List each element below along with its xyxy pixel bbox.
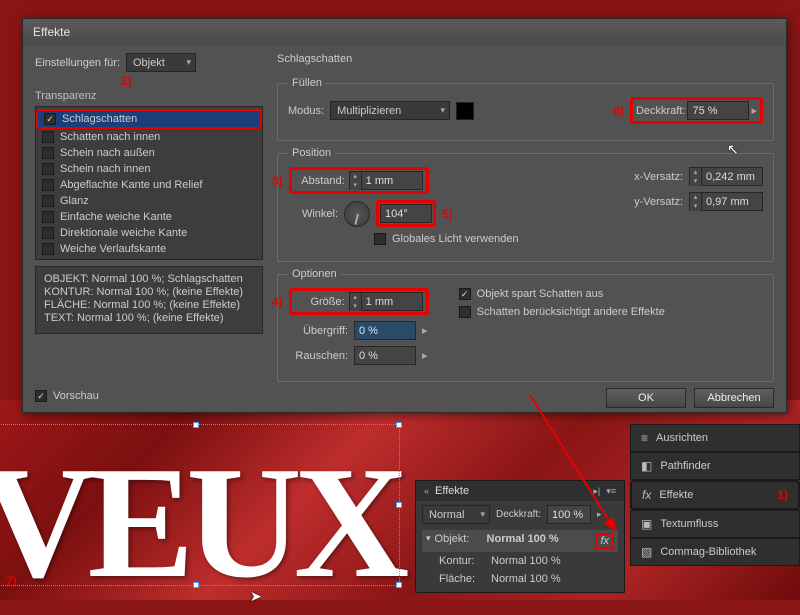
mode-select[interactable]: Multiplizieren <box>330 101 450 120</box>
knockout-checkbox[interactable]: ✓ <box>459 288 471 300</box>
mode-label: Modus: <box>288 105 324 117</box>
effects-summary: OBJEKT: Normal 100 %; Schlagschatten KON… <box>35 266 263 334</box>
y-offset-label: y-Versatz: <box>634 196 683 208</box>
annotation-5: 5) <box>442 207 453 221</box>
fx-button[interactable]: fx <box>595 533 614 549</box>
y-offset-input[interactable]: ▴▾ <box>689 192 763 211</box>
dialog-title: Effekte <box>23 19 786 45</box>
fx-mode-select[interactable]: Normal <box>422 505 490 524</box>
side-panel-dock: ≡Ausrichten ◧Pathfinder fx Effekte 1) ▣T… <box>630 424 800 566</box>
fill-legend: Füllen <box>288 77 326 89</box>
fx-opacity-input[interactable] <box>547 505 591 524</box>
shadow-color-swatch[interactable] <box>456 102 474 120</box>
effects-list: ✓ Schlagschatten Schatten nach innen Sch… <box>35 106 263 260</box>
angle-label: Winkel: <box>288 208 338 220</box>
chevron-left-icon[interactable]: « <box>424 486 429 496</box>
fx-opacity-label: Deckkraft: <box>496 509 541 520</box>
annotation-3: 3) <box>272 174 283 188</box>
global-light-label: Globales Licht verwenden <box>392 233 519 245</box>
size-label: Größe: <box>295 296 345 308</box>
x-offset-input[interactable]: ▴▾ <box>689 167 763 186</box>
annotation-2: 2) <box>121 74 132 88</box>
opacity-label: Deckkraft: <box>636 105 686 117</box>
fill-group: Füllen Modus: Multiplizieren 6) Deckkraf… <box>277 77 774 141</box>
fx-row-stroke[interactable]: Kontur:Normal 100 % <box>422 552 618 570</box>
effects-dialog: Effekte Einstellungen für: Objekt 2) Tra… <box>22 18 787 413</box>
global-light-checkbox[interactable] <box>374 233 386 245</box>
x-offset-label: x-Versatz: <box>634 171 683 183</box>
chevron-right-icon[interactable]: ▸| <box>593 486 600 497</box>
position-group: Position 3) Abstand: ▴▾ Winkel: <box>277 147 774 262</box>
fx-icon: fx <box>642 488 651 502</box>
effect-item[interactable]: Einfache weiche Kante <box>36 209 262 225</box>
chevron-right-icon[interactable]: ▸ <box>422 349 428 362</box>
size-input[interactable]: ▴▾ <box>349 292 423 311</box>
chevron-right-icon[interactable]: ▸ <box>597 509 602 520</box>
distance-label: Abstand: <box>295 175 345 187</box>
preview-label: Vorschau <box>53 390 99 402</box>
effects-panel-title: Effekte <box>435 485 469 497</box>
effect-item[interactable]: Schein nach außen <box>36 145 262 161</box>
settings-for-select[interactable]: Objekt <box>126 53 196 72</box>
align-icon: ≡ <box>641 431 648 445</box>
menu-icon[interactable]: ▾≡ <box>606 486 616 497</box>
position-legend: Position <box>288 147 335 159</box>
effect-item-drop-shadow[interactable]: ✓ Schlagschatten <box>36 109 262 129</box>
settings-for-label: Einstellungen für: <box>35 57 120 69</box>
annotation-1: 1) <box>777 488 788 502</box>
tab-textwrap[interactable]: ▣Textumfluss <box>630 510 800 538</box>
pointer-icon: ↖ <box>727 141 739 158</box>
preview-checkbox[interactable]: ✓ <box>35 390 47 402</box>
fx-row-fill[interactable]: Fläche:Normal 100 % <box>422 570 618 588</box>
effects-panel-floating: « Effekte ▸| ▾≡ Normal Deckkraft: ▸ ▾Obj… <box>415 480 625 593</box>
pointer-icon: ➤ <box>250 588 262 605</box>
noise-input[interactable] <box>354 346 416 365</box>
effect-item[interactable]: Schein nach innen <box>36 161 262 177</box>
tab-effects[interactable]: fx Effekte 1) <box>630 480 800 510</box>
textwrap-icon: ▣ <box>641 517 652 531</box>
section-heading: Schlagschatten <box>277 53 774 65</box>
options-legend: Optionen <box>288 268 341 280</box>
fx-row-object[interactable]: ▾Objekt:Normal 100 % fx <box>422 530 618 552</box>
selection-bounds <box>0 424 400 586</box>
annotation-6: 6) <box>613 104 624 118</box>
annotation-4: 4) <box>272 295 283 309</box>
spread-label: Übergriff: <box>288 325 348 337</box>
effect-item[interactable]: Abgeflachte Kante und Relief <box>36 177 262 193</box>
chevron-right-icon[interactable]: ▸ <box>751 104 757 117</box>
noise-label: Rauschen: <box>288 350 348 362</box>
tab-commag[interactable]: ▧Commag-Bibliothek <box>630 538 800 566</box>
spread-input[interactable] <box>354 321 416 340</box>
effect-item[interactable]: Direktionale weiche Kante <box>36 225 262 241</box>
effect-item[interactable]: Schatten nach innen <box>36 129 262 145</box>
effects-legend: Transparenz <box>35 90 263 102</box>
tab-align[interactable]: ≡Ausrichten <box>630 424 800 452</box>
distance-input[interactable]: ▴▾ <box>349 171 423 190</box>
knockout-label: Objekt spart Schatten aus <box>477 288 604 300</box>
effect-item[interactable]: Glanz <box>36 193 262 209</box>
opacity-input[interactable] <box>687 101 749 120</box>
cancel-button[interactable]: Abbrechen <box>694 388 774 408</box>
chevron-right-icon[interactable]: ▸ <box>422 324 428 337</box>
other-effects-checkbox[interactable] <box>459 306 471 318</box>
angle-input[interactable] <box>380 204 432 223</box>
annotation-7: 7) <box>6 574 17 588</box>
effect-item[interactable]: Weiche Verlaufskante <box>36 241 262 257</box>
tab-pathfinder[interactable]: ◧Pathfinder <box>630 452 800 480</box>
other-effects-label: Schatten berücksichtigt andere Effekte <box>477 306 665 318</box>
library-icon: ▧ <box>641 545 652 559</box>
checkbox-icon[interactable]: ✓ <box>44 113 56 125</box>
ok-button[interactable]: OK <box>606 388 686 408</box>
angle-dial[interactable] <box>344 201 370 227</box>
pathfinder-icon: ◧ <box>641 459 652 473</box>
options-group: Optionen 4) Größe: ▴▾ Übergriff: <box>277 268 774 382</box>
